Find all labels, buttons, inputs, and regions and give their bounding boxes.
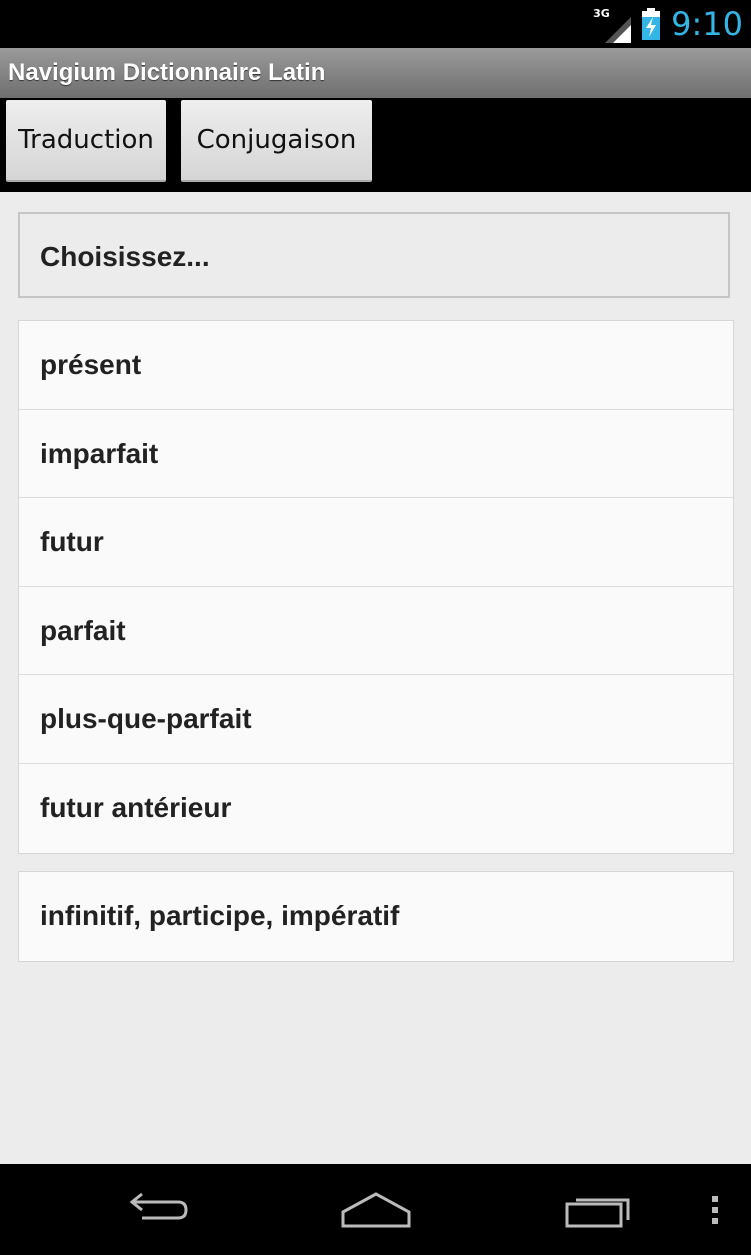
- tense-list: présent imparfait futur parfait plus-que…: [18, 320, 734, 854]
- back-icon: [129, 1192, 188, 1219]
- main-content: Choisissez... présent imparfait futur pa…: [0, 192, 751, 1164]
- clock: 9:10: [671, 5, 743, 43]
- list-item-label: infinitif, participe, impératif: [40, 900, 400, 931]
- overflow-menu-button[interactable]: [700, 1164, 730, 1255]
- list-item-plus-que-parfait[interactable]: plus-que-parfait: [19, 675, 733, 764]
- list-item-parfait[interactable]: parfait: [19, 587, 733, 676]
- recent-apps-button[interactable]: [553, 1164, 645, 1255]
- list-item-label: futur: [40, 526, 104, 558]
- list-item-label: parfait: [40, 614, 126, 646]
- list-item-label: futur antérieur: [40, 791, 232, 823]
- tab-conjugaison[interactable]: Conjugaison: [181, 100, 372, 182]
- list-item-present[interactable]: présent: [19, 321, 733, 410]
- navigation-bar: [0, 1164, 751, 1255]
- choose-header: Choisissez...: [18, 212, 730, 298]
- home-icon: [341, 1191, 411, 1227]
- list-item-label: imparfait: [40, 437, 159, 469]
- app-title-bar: Navigium Dictionnaire Latin: [0, 48, 751, 99]
- overflow-menu-icon: [712, 1195, 718, 1224]
- other-forms-list: infinitif, participe, impératif: [18, 871, 734, 962]
- home-button[interactable]: [330, 1164, 422, 1255]
- status-icons: 3G 9:10: [593, 0, 743, 48]
- list-item-imparfait[interactable]: imparfait: [19, 410, 733, 499]
- back-button[interactable]: [110, 1164, 200, 1255]
- list-item-infinitif-participe-imperatif[interactable]: infinitif, participe, impératif: [19, 872, 733, 961]
- tab-row: Traduction Conjugaison: [0, 98, 751, 192]
- status-bar: 3G 9:10: [0, 0, 751, 48]
- battery-charging-icon: [642, 8, 661, 40]
- list-item-futur[interactable]: futur: [19, 498, 733, 587]
- tab-traduction[interactable]: Traduction: [6, 100, 166, 182]
- list-item-label: présent: [40, 349, 142, 380]
- recent-apps-icon: [565, 1198, 630, 1227]
- choose-label: Choisissez...: [40, 241, 210, 272]
- list-item-label: plus-que-parfait: [40, 703, 252, 735]
- app-title: Navigium Dictionnaire Latin: [8, 59, 326, 86]
- signal-icon: 3G: [593, 5, 632, 43]
- list-item-futur-anterieur[interactable]: futur antérieur: [19, 764, 733, 853]
